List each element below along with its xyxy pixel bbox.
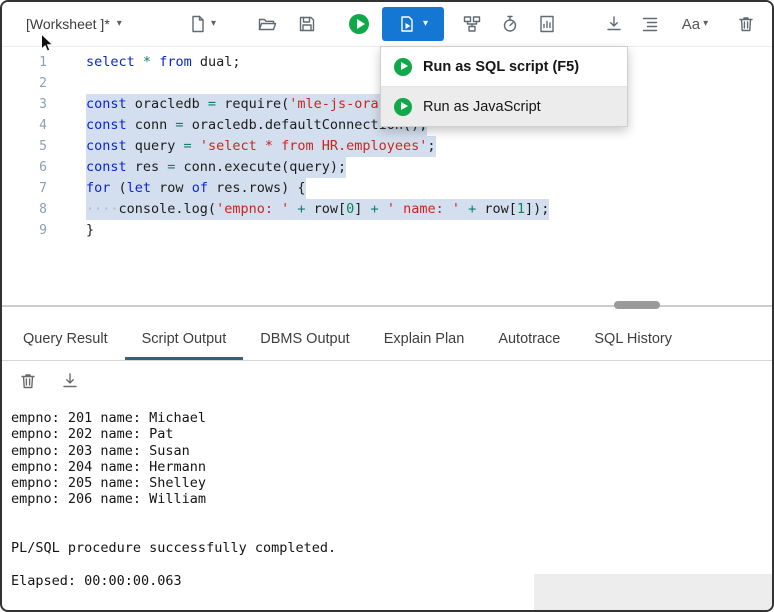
worksheet-toolbar: [Worksheet ]* ▾ ▾ ▾ Aa ▾ (2, 2, 772, 47)
run-script-icon (401, 16, 413, 32)
trash-icon (20, 374, 35, 389)
tab-autotrace[interactable]: Autotrace (481, 318, 577, 360)
output-line: empno: 206 name: William (11, 491, 207, 508)
tab-query-result[interactable]: Query Result (6, 318, 125, 360)
output-line: empno: 202 name: Pat (11, 426, 174, 443)
line-number: 6 (39, 160, 47, 175)
code-text: for (let row of res.rows) { (86, 178, 306, 199)
line-number: 9 (39, 223, 47, 238)
menu-item-run-as-sql-script-f5[interactable]: Run as SQL script (F5) (381, 47, 627, 86)
line-number: 2 (39, 76, 47, 91)
chevron-down-icon: ▾ (210, 18, 217, 29)
output-line: empno: 205 name: Shelley (11, 475, 207, 492)
line-number: 3 (39, 97, 47, 112)
tab-sql-history[interactable]: SQL History (577, 318, 689, 360)
code-text: const conn = oracledb.defaultConnection(… (86, 115, 428, 136)
line-number: 7 (39, 181, 47, 196)
corner-overlay (534, 574, 772, 610)
code-text: ····console.log('empno: ' + row[0] + ' n… (86, 199, 550, 220)
statement-log-icon (540, 15, 554, 33)
tab-dbms-output[interactable]: DBMS Output (243, 318, 366, 360)
run-play-icon (394, 97, 412, 116)
format-button[interactable] (633, 7, 667, 41)
download-icon (607, 16, 621, 31)
code-text: const res = conn.execute(query); (86, 157, 347, 178)
output-line: empno: 203 name: Susan (11, 442, 190, 459)
output-line: PL/SQL procedure successfully completed. (11, 540, 337, 557)
line-number: 5 (39, 139, 47, 154)
save-button[interactable] (290, 7, 324, 41)
run-statement-button[interactable] (342, 7, 376, 41)
line-number: 8 (39, 202, 47, 217)
line-number: 4 (39, 118, 47, 133)
chevron-down-icon: ▾ (703, 18, 709, 29)
menu-item-label: Run as SQL script (F5) (423, 58, 580, 75)
output-line: empno: 201 name: Michael (11, 410, 207, 426)
download-button[interactable] (597, 7, 631, 41)
font-size-label: Aa (681, 15, 701, 33)
tab-explain-plan[interactable]: Explain Plan (367, 318, 482, 360)
editor-line-6[interactable]: 6 const res = conn.execute(query); (2, 157, 772, 178)
code-text: const query = 'select * from HR.employee… (86, 136, 436, 157)
editor-line-7[interactable]: 7 for (let row of res.rows) { (2, 178, 772, 199)
menu-item-label: Run as JavaScript (423, 98, 541, 115)
code-text: select * from dual; (86, 54, 241, 70)
save-icon (299, 16, 315, 32)
worksheet-title: [Worksheet ]* (26, 16, 110, 32)
clear-worksheet-button[interactable] (729, 7, 763, 41)
serial-statements-button[interactable] (530, 7, 564, 41)
open-file-button[interactable] (250, 7, 284, 41)
editor-line-9[interactable]: 9} (2, 220, 772, 241)
run-statement-icon (349, 14, 369, 34)
run-script-button[interactable]: ▾ (382, 7, 444, 41)
autotrace-icon (503, 15, 517, 32)
splitter-grip[interactable] (614, 301, 660, 309)
clear-output-button[interactable] (11, 365, 44, 398)
open-folder-icon (258, 18, 277, 31)
format-icon (642, 17, 658, 32)
editor-line-8[interactable]: 8 ····console.log('empno: ' + row[0] + ' … (2, 199, 772, 220)
download-output-button[interactable] (53, 365, 86, 398)
new-worksheet-button[interactable]: ▾ (178, 7, 226, 41)
tab-script-output[interactable]: Script Output (125, 318, 244, 360)
chevron-down-icon: ▾ (116, 18, 122, 29)
new-worksheet-icon (192, 15, 204, 33)
trash-icon (739, 17, 753, 32)
explain-plan-button[interactable] (455, 7, 489, 41)
download-icon (62, 373, 77, 388)
code-text: } (86, 222, 95, 238)
explain-plan-icon (463, 16, 481, 32)
line-number: 1 (39, 55, 47, 70)
worksheet-selector[interactable]: [Worksheet ]* ▾ (26, 2, 122, 46)
results-tabbar: Query Result Script Output DBMS Output Expl… (2, 318, 772, 361)
menu-item-run-as-javascript[interactable]: Run as JavaScript (381, 86, 627, 126)
output-line: empno: 204 name: Hermann (11, 458, 207, 475)
chevron-down-icon: ▾ (422, 18, 429, 29)
editor-line-5[interactable]: 5 const query = 'select * from HR.employe… (2, 136, 772, 157)
run-script-menu: Run as SQL script (F5) Run as JavaScript (380, 46, 628, 127)
autotrace-button[interactable] (493, 7, 527, 41)
sql-worksheet-window: [Worksheet ]* ▾ ▾ ▾ Aa ▾ 1 select * from… (0, 0, 774, 612)
run-play-icon (394, 57, 412, 76)
panel-splitter[interactable] (2, 298, 772, 318)
font-size-button[interactable]: Aa ▾ (672, 7, 718, 41)
output-toolbar (2, 360, 772, 402)
